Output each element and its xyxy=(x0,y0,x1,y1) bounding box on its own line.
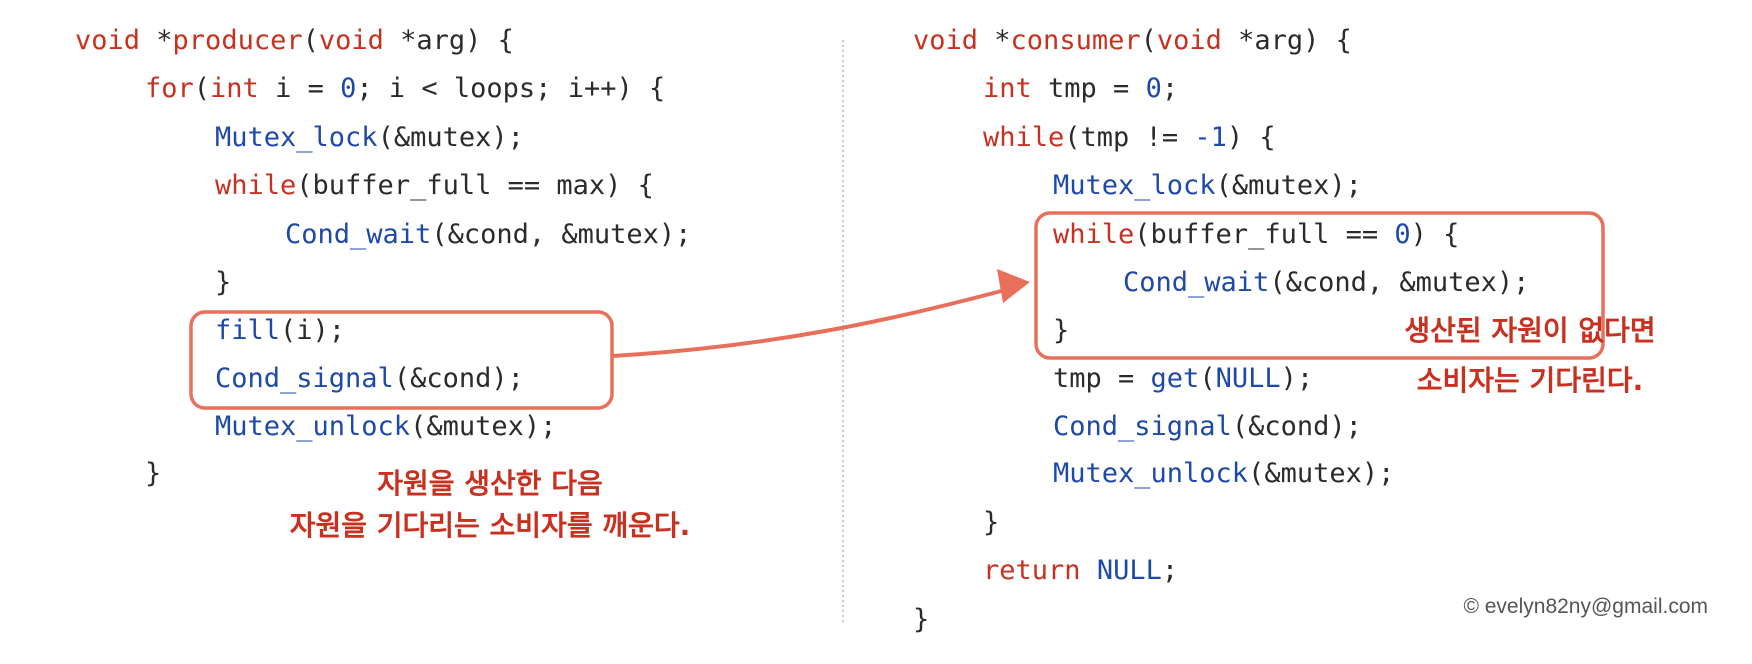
code-line: Mutex_unlock(&mutex); xyxy=(1053,458,1395,489)
code-line: } xyxy=(913,604,930,635)
code-line: fill(i); xyxy=(215,315,346,346)
consumer-annotation-line1: 생산된 자원이 없다면 xyxy=(1404,314,1656,347)
code-line: Cond_wait(&cond, &mutex); xyxy=(285,219,692,250)
code-line: Cond_signal(&cond); xyxy=(1053,411,1362,442)
code-line: Cond_wait(&cond, &mutex); xyxy=(1123,267,1530,298)
code-line: while(buffer_full == max) { xyxy=(215,170,654,201)
copyright-text: © evelyn82ny@gmail.com xyxy=(1463,595,1708,618)
code-line: int tmp = 0; xyxy=(983,73,1179,104)
code-line: } xyxy=(145,458,162,489)
code-line: Mutex_lock(&mutex); xyxy=(215,122,524,153)
code-line: while(buffer_full == 0) { xyxy=(1053,219,1460,250)
signal-arrow xyxy=(611,288,1006,358)
code-line: tmp = get(NULL); xyxy=(1053,363,1314,394)
code-line: while(tmp != -1) { xyxy=(983,122,1276,153)
code-line: } xyxy=(983,507,1000,538)
code-line: } xyxy=(215,267,232,298)
consumer-annotation-line2: 소비자는 기다린다. xyxy=(1416,364,1644,397)
code-line: for(int i = 0; i < loops; i++) { xyxy=(145,73,666,104)
code-line: Cond_signal(&cond); xyxy=(215,363,524,394)
code-line: void *consumer(void *arg) { xyxy=(913,25,1352,56)
signal-arrow-head xyxy=(997,269,1030,303)
code-line: } xyxy=(1053,315,1070,346)
code-line: Mutex_lock(&mutex); xyxy=(1053,170,1362,201)
code-line: Mutex_unlock(&mutex); xyxy=(215,411,557,442)
producer-annotation-line2: 자원을 기다리는 소비자를 깨운다. xyxy=(289,509,691,542)
producer-annotation-line1: 자원을 생산한 다음 xyxy=(377,467,603,500)
code-line: return NULL; xyxy=(983,555,1179,586)
code-line: void *producer(void *arg) { xyxy=(75,25,514,56)
